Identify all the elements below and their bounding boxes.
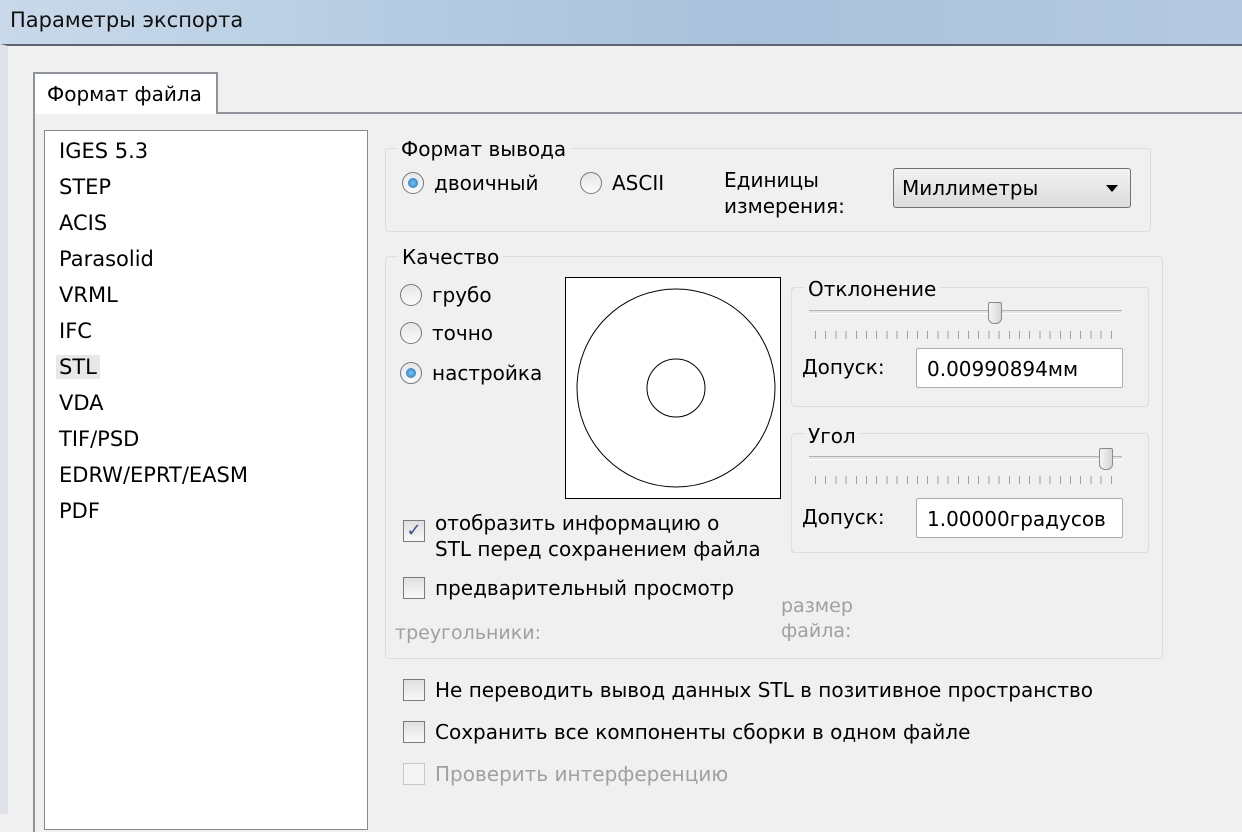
format-item-vrml[interactable]: VRML	[56, 283, 121, 307]
no-positive-space-checkbox[interactable]: Не переводить вывод данных STL в позитив…	[403, 678, 1093, 702]
filesize-line2: файла:	[781, 620, 852, 642]
radio-binary[interactable]: двоичный	[402, 171, 539, 195]
filesize-line1: размер	[781, 595, 853, 617]
units-label-line2: измерения:	[724, 194, 845, 218]
checkbox-checked-icon: ✓	[403, 520, 425, 542]
single-file-checkbox[interactable]: Сохранить все компоненты сборки в одном …	[403, 720, 970, 744]
chevron-down-icon	[1106, 185, 1118, 192]
deviation-slider-track[interactable]	[809, 310, 1122, 314]
format-item-stl[interactable]: STL	[56, 355, 100, 379]
show-info-checkbox[interactable]: ✓ отобразить информацию о STL перед сохран…	[403, 510, 761, 562]
radio-icon	[402, 172, 424, 194]
radio-binary-label: двоичный	[434, 171, 539, 195]
deviation-tolerance-label: Допуск:	[802, 355, 885, 379]
radio-ascii[interactable]: ASCII	[580, 171, 664, 195]
check-interference-checkbox: Проверить интерференцию	[403, 762, 728, 786]
angle-ticks	[815, 476, 1121, 484]
units-label-line1: Единицы	[724, 168, 819, 192]
checkbox-icon	[403, 721, 425, 743]
show-info-line1: отобразить информацию о	[435, 511, 720, 535]
checkbox-icon	[403, 763, 425, 785]
radio-custom[interactable]: настройка	[400, 361, 542, 385]
option-label: Сохранить все компоненты сборки в одном …	[435, 720, 971, 744]
angle-tolerance-label: Допуск:	[802, 505, 885, 529]
window-title: Параметры экспорта	[10, 8, 244, 32]
preview-label: предварительный просмотр	[435, 576, 735, 600]
format-list[interactable]: IGES 5.3 STEP ACIS Parasolid VRML IFC ST…	[44, 130, 368, 830]
format-item-ifc[interactable]: IFC	[56, 319, 95, 343]
angle-slider-thumb[interactable]	[1099, 448, 1114, 470]
radio-custom-label: настройка	[432, 361, 543, 385]
format-item-vda[interactable]: VDA	[56, 391, 107, 415]
units-value: Миллиметры	[902, 176, 1039, 200]
deviation-tolerance-input[interactable]: 0.00990894мм	[916, 348, 1123, 388]
radio-icon	[580, 172, 602, 194]
radio-coarse[interactable]: грубо	[400, 283, 492, 307]
format-item-parasolid[interactable]: Parasolid	[56, 247, 157, 271]
deviation-ticks	[815, 331, 1121, 339]
radio-fine-label: точно	[432, 321, 494, 345]
format-item-iges[interactable]: IGES 5.3	[56, 139, 151, 163]
triangles-label: треугольники:	[395, 622, 542, 644]
format-item-edrw[interactable]: EDRW/EPRT/EASM	[56, 463, 251, 487]
deviation-slider-thumb[interactable]	[988, 302, 1003, 324]
quality-label: Качество	[398, 245, 504, 269]
output-format-label: Формат вывода	[397, 137, 571, 161]
radio-icon	[400, 322, 422, 344]
angle-tolerance-input[interactable]: 1.00000градусов	[916, 498, 1123, 538]
checkbox-icon	[403, 577, 425, 599]
angle-label: Угол	[804, 424, 860, 448]
format-item-tif-psd[interactable]: TIF/PSD	[56, 427, 142, 451]
checkbox-icon	[403, 679, 425, 701]
show-info-line2: STL перед сохранением файла	[435, 537, 761, 561]
radio-icon	[400, 362, 422, 384]
option-label: Проверить интерференцию	[435, 762, 729, 786]
radio-icon	[400, 284, 422, 306]
radio-ascii-label: ASCII	[612, 171, 665, 195]
angle-slider-track[interactable]	[809, 456, 1122, 460]
units-dropdown[interactable]: Миллиметры	[893, 168, 1131, 208]
quality-preview	[565, 277, 781, 499]
radio-coarse-label: грубо	[432, 283, 492, 307]
format-item-pdf[interactable]: PDF	[56, 499, 103, 523]
preview-checkbox[interactable]: предварительный просмотр	[403, 576, 734, 600]
deviation-label: Отклонение	[804, 277, 941, 301]
tab-file-format[interactable]: Формат файла	[33, 72, 218, 114]
format-item-step[interactable]: STEP	[56, 175, 114, 199]
format-item-acis[interactable]: ACIS	[56, 211, 110, 235]
filesize-label: размер файла:	[781, 594, 853, 644]
units-label: Единицы измерения:	[724, 167, 845, 219]
option-label: Не переводить вывод данных STL в позитив…	[435, 678, 1093, 702]
radio-fine[interactable]: точно	[400, 321, 493, 345]
deviation-group	[791, 287, 1149, 407]
